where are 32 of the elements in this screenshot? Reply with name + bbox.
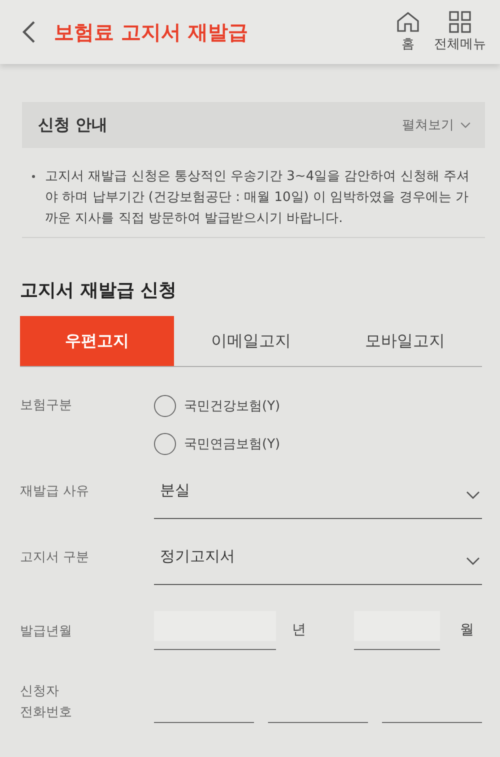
tab[interactable]: 이메일고지 (174, 316, 328, 366)
year-input-field[interactable] (154, 611, 276, 650)
notice-title: 신청 안내 (38, 114, 108, 136)
radio-button[interactable] (154, 433, 176, 455)
field-label: 보험구분 (20, 397, 73, 415)
grid-menu-icon (448, 11, 472, 33)
expand-toggle[interactable]: 펼쳐보기 (402, 116, 471, 134)
back-icon[interactable] (22, 20, 36, 44)
field-label: 신청자 전화번호 (20, 683, 73, 722)
chevron-down-icon (460, 122, 471, 128)
field-label: 발급년월 (20, 623, 73, 641)
tab[interactable]: 우편고지 (20, 316, 174, 366)
notice-text: 고지서 재발급 신청은 통상적인 우송기간 3~4일을 감안하여 신청해 주셔야 하며 납부기간 (건강보험공단 : 매월 10일) 이 임박하였을 경우에는 가까운 지사를 직접 방문하여 발급받으시기 바랍니다. (45, 168, 470, 228)
field-label: 재발급 사유 (20, 483, 90, 501)
month-input-field[interactable] (354, 611, 440, 650)
radio-label: 국민연금보험(Y) (184, 436, 280, 453)
tab[interactable]: 모바일고지 (328, 316, 482, 366)
section-title: 고지서 재발급 신청 (20, 279, 178, 302)
year-unit: 년 (292, 621, 306, 639)
dropdown-field[interactable]: 분실 (154, 475, 482, 519)
dropdown-field[interactable]: 정기고지서 (154, 541, 482, 585)
radio-button[interactable] (154, 395, 176, 417)
nav-button[interactable]: 전체메뉴 (434, 11, 486, 53)
page-title: 보험료 고지서 재발급 (54, 18, 249, 46)
month-unit: 월 (460, 621, 474, 639)
nav-button[interactable]: 홈 (396, 11, 420, 53)
chevron-down-icon (466, 557, 480, 565)
field-label: 고지서 구분 (20, 549, 90, 567)
chevron-down-icon (466, 491, 480, 499)
bullet-icon (32, 175, 35, 178)
home-icon (396, 11, 420, 33)
radio-label: 국민건강보험(Y) (184, 398, 280, 415)
